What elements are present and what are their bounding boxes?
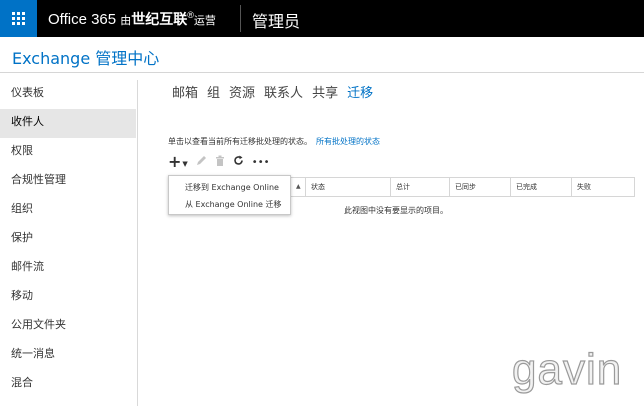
app-launcher-button[interactable]: [0, 0, 37, 37]
top-bar: Office 365 由世纪互联®运营 管理员: [0, 0, 644, 37]
sidebar-item-recipients[interactable]: 收件人: [0, 109, 136, 138]
toolbar: +▼ •••: [168, 154, 278, 172]
sidebar-divider: [137, 80, 138, 406]
operator-prefix: 由: [120, 15, 132, 27]
migration-instruction: 单击以查看当前所有迁移批处理的状态。 所有批处理的状态: [168, 136, 380, 147]
more-options-button[interactable]: •••: [252, 155, 270, 171]
tab-migration[interactable]: 迁移: [347, 82, 373, 101]
sidebar-item-mobile[interactable]: 移动: [0, 283, 136, 312]
operator-brand: 世纪互联: [131, 11, 188, 27]
sidebar-item-mail-flow[interactable]: 邮件流: [0, 254, 136, 283]
column-header-status[interactable]: 状态: [305, 178, 390, 197]
sort-ascending-icon[interactable]: ▲: [296, 183, 301, 190]
waffle-icon: [12, 12, 25, 25]
column-header-total[interactable]: 总计: [390, 178, 449, 197]
column-header-synced[interactable]: 已同步: [449, 178, 510, 197]
product-name: Office 365: [48, 11, 117, 28]
page-title: Exchange 管理中心: [12, 49, 160, 68]
column-header-completed[interactable]: 已完成: [510, 178, 571, 197]
sidebar-item-compliance[interactable]: 合规性管理: [0, 167, 136, 196]
menu-item-migrate-to-exchange-online[interactable]: 迁移到 Exchange Online: [185, 182, 279, 193]
sidebar-item-organization[interactable]: 组织: [0, 196, 136, 225]
tab-groups[interactable]: 组: [207, 82, 220, 101]
sidebar-item-permissions[interactable]: 权限: [0, 138, 136, 167]
edit-button[interactable]: [196, 155, 207, 171]
header-divider: [240, 5, 241, 32]
recipient-tabs: 邮箱 组 资源 联系人 共享 迁移: [172, 82, 382, 101]
trash-icon: [215, 155, 224, 166]
sidebar-item-dashboard[interactable]: 仪表板: [0, 80, 136, 109]
pencil-icon: [196, 156, 206, 165]
batch-status-link[interactable]: 所有批处理的状态: [316, 137, 380, 146]
chevron-down-icon: ▼: [182, 159, 188, 168]
add-dropdown-menu: 迁移到 Exchange Online 从 Exchange Online 迁移: [168, 175, 291, 215]
operator-suffix: 运营: [193, 15, 216, 27]
menu-item-migrate-from-exchange-online[interactable]: 从 Exchange Online 迁移: [185, 199, 282, 210]
column-header-failed[interactable]: 失败: [571, 178, 634, 197]
migration-table-header: 状态 总计 已同步 已完成 失败: [290, 177, 635, 197]
sidebar-item-hybrid[interactable]: 混合: [0, 370, 136, 399]
plus-icon: +: [168, 152, 182, 171]
instruction-text: 单击以查看当前所有迁移批处理的状态。: [168, 137, 312, 146]
refresh-icon: [234, 155, 243, 165]
refresh-button[interactable]: [233, 155, 244, 171]
sidebar-nav: 仪表板 收件人 权限 合规性管理 组织 保护 邮件流 移动 公用文件夹 统一消息…: [0, 80, 136, 399]
watermark: gavin: [511, 344, 623, 394]
sidebar-item-protection[interactable]: 保护: [0, 225, 136, 254]
empty-view-message: 此视图中没有要显示的项目。: [344, 206, 448, 215]
sidebar-item-public-folders[interactable]: 公用文件夹: [0, 312, 136, 341]
tab-shared[interactable]: 共享: [312, 82, 338, 101]
title-divider: [0, 72, 644, 73]
tab-mailboxes[interactable]: 邮箱: [172, 82, 198, 101]
admin-title[interactable]: 管理员: [252, 8, 300, 32]
sidebar-item-unified-messaging[interactable]: 统一消息: [0, 341, 136, 370]
add-button[interactable]: +▼: [168, 154, 188, 172]
delete-button[interactable]: [215, 155, 225, 171]
office-365-logo[interactable]: Office 365 由世纪互联®运营: [48, 9, 216, 29]
tab-contacts[interactable]: 联系人: [264, 82, 303, 101]
tab-resources[interactable]: 资源: [229, 82, 255, 101]
